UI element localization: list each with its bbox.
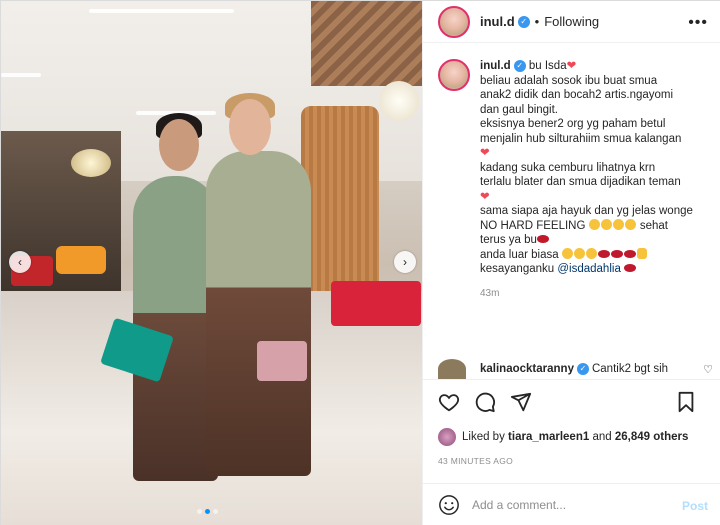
- caption-username[interactable]: inul.d: [480, 60, 511, 72]
- thumbs-up-emoji-icon: [636, 247, 647, 259]
- lips-emoji-icon: [623, 249, 636, 258]
- caption-line: beliau adalah sosok ibu buat smua: [480, 74, 658, 87]
- follow-status-button[interactable]: Following: [544, 14, 599, 29]
- caption-text: bu Isda: [528, 60, 567, 72]
- caption-line: dan gaul bingit.: [480, 103, 559, 116]
- caption-text: anda luar biasa: [480, 248, 559, 261]
- avatar[interactable]: [438, 359, 466, 379]
- post-photo[interactable]: ‹ ›: [1, 1, 422, 525]
- caption-text: NO HARD FEELING: [480, 219, 586, 232]
- photo-chandelier: [71, 149, 111, 177]
- lips-emoji-icon: [624, 264, 637, 272]
- heart-icon: [438, 393, 460, 411]
- avatar[interactable]: [438, 59, 470, 91]
- face-emoji-icon: [585, 247, 597, 259]
- post-header: inul.d ✓ • Following •••: [423, 1, 720, 43]
- caption-line: kadang suka cemburu lihatnya krn: [480, 161, 656, 174]
- comment-row: kalinaocktaranny ✓ Cantik2 bgt sih ♡: [438, 359, 713, 379]
- comment-button[interactable]: [473, 390, 497, 414]
- header-username[interactable]: inul.d: [480, 14, 515, 29]
- verified-icon: ✓: [513, 59, 526, 72]
- comment-icon: [475, 392, 495, 412]
- face-emoji-icon: [573, 247, 585, 259]
- photo-person-left-head: [159, 119, 199, 171]
- comment-text: Cantik2 bgt sih: [591, 363, 669, 375]
- lips-emoji-icon: [597, 249, 610, 258]
- carousel-next-button[interactable]: ›: [394, 251, 416, 273]
- header-separator: •: [534, 14, 540, 29]
- share-button[interactable]: [509, 390, 533, 414]
- chevron-left-icon: ‹: [18, 255, 22, 269]
- caption-text: sehat: [639, 219, 668, 232]
- mention-link[interactable]: @isdadahlia: [557, 263, 620, 275]
- caption-time: 43m: [480, 287, 500, 299]
- heart-emoji-icon: ❤: [480, 147, 490, 159]
- caption-line: sama siapa aja hayuk dan yg jelas wonge: [480, 205, 693, 217]
- post-frame: ‹ › inul.d ✓ • Following ••• inul.d ✓ bu …: [0, 0, 720, 525]
- like-button[interactable]: [437, 390, 461, 414]
- carousel-dot: [213, 509, 218, 514]
- likes-user-link[interactable]: tiara_marleen1: [508, 431, 589, 443]
- caption-line: terus ya bu: [480, 233, 710, 248]
- post-panel: inul.d ✓ • Following ••• inul.d ✓ bu Isda…: [422, 1, 720, 525]
- likes-count-link[interactable]: 26,849 others: [615, 431, 689, 443]
- save-button[interactable]: [674, 390, 698, 414]
- photo-pink-bag: [257, 341, 307, 381]
- face-emoji-icon: [612, 218, 624, 230]
- photo-lamp: [379, 81, 419, 121]
- post-timestamp[interactable]: 43 MINUTES AGO: [438, 456, 513, 466]
- action-bar: [423, 379, 720, 423]
- likes-row: Liked by tiara_marleen1 and 26,849 other…: [438, 428, 688, 446]
- photo-person-right: [206, 151, 311, 476]
- comment-username[interactable]: kalinaocktaranny: [480, 363, 574, 375]
- caption-line: menjalin hub silturahiim smua kalangan: [480, 132, 682, 145]
- caption-text: terus ya bu: [480, 234, 537, 246]
- caption-line: NO HARD FEELING sehat: [480, 218, 710, 234]
- photo-couch: [56, 246, 106, 274]
- comment-heart-icon[interactable]: ♡: [703, 363, 713, 376]
- lips-emoji-icon: [536, 235, 549, 243]
- smile-icon[interactable]: [438, 494, 460, 516]
- caption-line: terlalu blater dan smua dijadikan teman: [480, 176, 681, 188]
- verified-icon: ✓: [517, 15, 530, 28]
- caption-line: inul.d ✓ bu Isda❤: [480, 59, 710, 74]
- caption-line: kesayanganku @isdadahlia: [480, 262, 710, 277]
- heart-emoji-icon: ❤: [480, 190, 490, 203]
- photo-ceiling-light: [89, 9, 234, 13]
- photo-pillar: [301, 106, 379, 306]
- face-emoji-icon: [624, 218, 636, 230]
- caption-body: inul.d ✓ bu Isda❤ beliau adalah sosok ibu…: [480, 59, 710, 359]
- photo-red-boxes: [331, 281, 421, 326]
- bookmark-icon: [678, 391, 694, 413]
- comment-input[interactable]: [472, 498, 672, 512]
- carousel-dots: [197, 509, 218, 514]
- caption-line: eksisnya bener2 org yg paham betul: [480, 118, 666, 130]
- photo-person-right-head: [229, 99, 271, 155]
- share-icon: [510, 392, 532, 411]
- face-emoji-icon: [561, 247, 573, 259]
- verified-icon: ✓: [576, 363, 589, 375]
- photo-ceiling-light: [1, 73, 41, 77]
- likes-connector: and: [592, 431, 612, 443]
- more-icon[interactable]: •••: [688, 14, 708, 32]
- photo-ceiling-wood: [311, 1, 422, 86]
- likes-prefix: Liked by: [462, 431, 505, 443]
- carousel-prev-button[interactable]: ‹: [9, 251, 31, 273]
- face-emoji-icon: [600, 218, 612, 230]
- carousel-dot: [197, 509, 202, 514]
- chevron-right-icon: ›: [403, 255, 407, 269]
- face-emoji-icon: [588, 218, 600, 230]
- caption-text: kesayanganku: [480, 263, 555, 275]
- post-comment-button[interactable]: Post: [682, 499, 708, 513]
- heart-emoji-icon: ❤: [566, 60, 577, 72]
- carousel-dot-active: [205, 509, 210, 514]
- avatar[interactable]: [438, 428, 456, 446]
- lips-emoji-icon: [610, 249, 623, 258]
- caption-line: anak2 didik dan bocah2 artis.ngayomi: [480, 89, 674, 101]
- caption: inul.d ✓ bu Isda❤ beliau adalah sosok ibu…: [423, 59, 720, 359]
- avatar[interactable]: [438, 5, 470, 38]
- caption-line: anda luar biasa: [480, 247, 710, 263]
- add-comment-bar: Post: [423, 483, 720, 525]
